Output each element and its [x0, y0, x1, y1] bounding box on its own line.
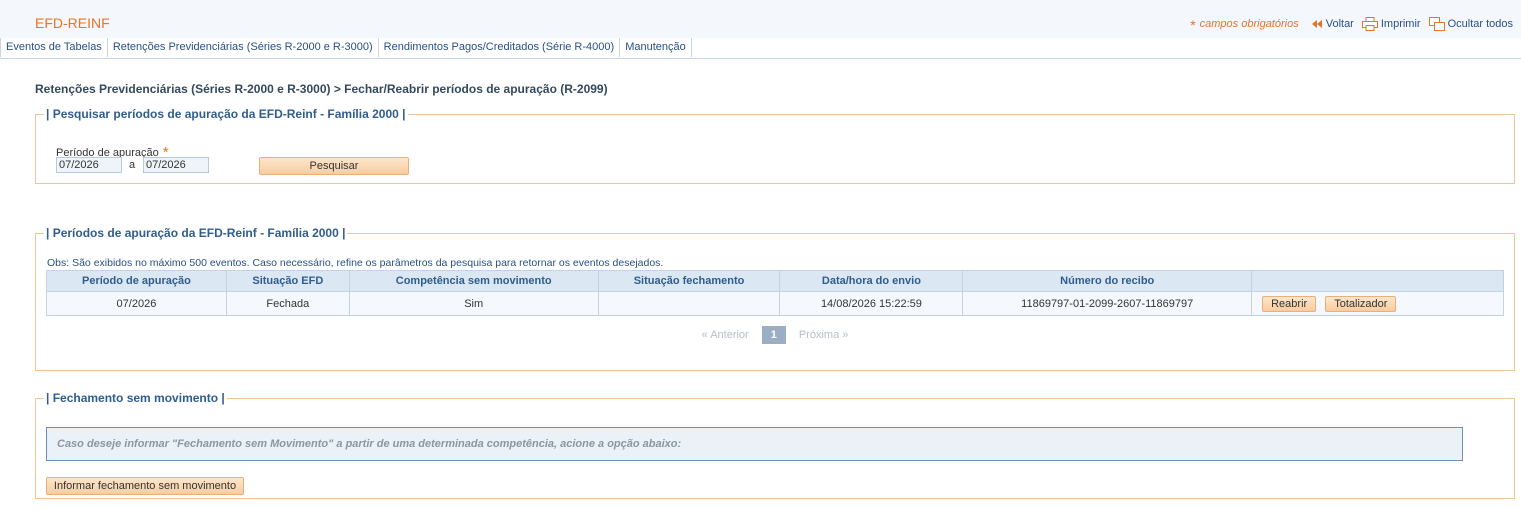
rewind-icon: [1311, 20, 1322, 28]
column-header: [1251, 270, 1504, 292]
back-link-label: Voltar: [1325, 18, 1354, 30]
menu-item-eventos-tabelas[interactable]: Eventos de Tabelas: [0, 38, 108, 57]
cell-situacao: Fechada: [225, 291, 350, 316]
cell-actions: Reabrir Totalizador: [1251, 291, 1504, 316]
results-note: Obs: São exibidos no máximo 500 eventos.…: [47, 257, 664, 269]
cell-periodo: 07/2026: [46, 291, 227, 316]
main-menu: Eventos de Tabelas Retenções Previdenciá…: [0, 38, 1521, 59]
reopen-button[interactable]: Reabrir: [1262, 295, 1317, 312]
menu-item-rendimentos-pagos[interactable]: Rendimentos Pagos/Creditados (Série R-40…: [377, 38, 621, 57]
results-section-title: | Períodos de apuração da EFD-Reinf - Fa…: [46, 226, 346, 240]
required-label: campos obrigatórios: [1199, 18, 1299, 30]
column-header: Número do recibo: [962, 270, 1253, 292]
results-section: | Períodos de apuração da EFD-Reinf - Fa…: [35, 226, 1515, 371]
windows-icon: [1428, 17, 1445, 31]
table-row: 07/2026 Fechada Sim 14/08/2026 15:22:59 …: [46, 291, 1504, 316]
period-from-input[interactable]: [56, 157, 122, 173]
print-link-label: Imprimir: [1380, 18, 1421, 30]
no-movement-info: Caso deseje informar "Fechamento sem Mov…: [46, 427, 1463, 461]
required-star: *: [1190, 17, 1196, 33]
column-header: Situação EFD: [225, 270, 350, 292]
pagination-current-page[interactable]: 1: [761, 326, 786, 344]
pagination-prev[interactable]: « Anterior: [702, 329, 749, 341]
search-section-title: | Pesquisar períodos de apuração da EFD-…: [46, 107, 406, 121]
column-header: Situação fechamento: [597, 270, 781, 292]
top-bar: EFD-REINF * campos obrigatórios Voltar I…: [0, 0, 1521, 39]
back-link[interactable]: Voltar: [1311, 18, 1354, 30]
cell-recibo: 11869797-01-2099-2607-11869797: [962, 291, 1253, 316]
printer-icon: [1361, 17, 1378, 31]
period-separator: a: [129, 159, 136, 171]
cell-competencia: Sim: [348, 291, 599, 316]
hide-all-label: Ocultar todos: [1447, 18, 1513, 30]
no-movement-section-title: | Fechamento sem movimento |: [46, 391, 225, 405]
required-fields-note: * campos obrigatórios: [1190, 16, 1299, 33]
totalizer-button[interactable]: Totalizador: [1325, 295, 1397, 312]
pagination: « Anterior 1 Próxima »: [36, 326, 1514, 344]
table-header-row: Período de apuração Situação EFD Competê…: [46, 270, 1504, 292]
top-actions: * campos obrigatórios Voltar Imprimir Oc…: [1190, 16, 1521, 33]
menu-item-manutencao[interactable]: Manutenção: [619, 38, 692, 57]
search-section: | Pesquisar períodos de apuração da EFD-…: [35, 107, 1515, 184]
cell-fechamento: [597, 291, 781, 316]
print-link[interactable]: Imprimir: [1361, 17, 1421, 31]
app-title: EFD-REINF: [35, 15, 110, 31]
hide-all-link[interactable]: Ocultar todos: [1428, 17, 1513, 31]
column-header: Competência sem movimento: [348, 270, 599, 292]
period-to-input[interactable]: [143, 157, 209, 173]
no-movement-section: | Fechamento sem movimento | Caso deseje…: [35, 391, 1515, 499]
search-button[interactable]: Pesquisar: [259, 157, 409, 175]
menu-item-retencoes-previdenciarias[interactable]: Retenções Previdenciárias (Séries R-2000…: [106, 38, 379, 57]
pagination-next[interactable]: Próxima »: [799, 329, 849, 341]
inform-no-movement-button[interactable]: Informar fechamento sem movimento: [46, 477, 244, 495]
results-table: Período de apuração Situação EFD Competê…: [46, 270, 1504, 316]
cell-data-hora: 14/08/2026 15:22:59: [779, 291, 964, 316]
column-header: Data/hora do envio: [779, 270, 964, 292]
column-header: Período de apuração: [46, 270, 227, 292]
breadcrumb: Retenções Previdenciárias (Séries R-2000…: [35, 82, 608, 96]
